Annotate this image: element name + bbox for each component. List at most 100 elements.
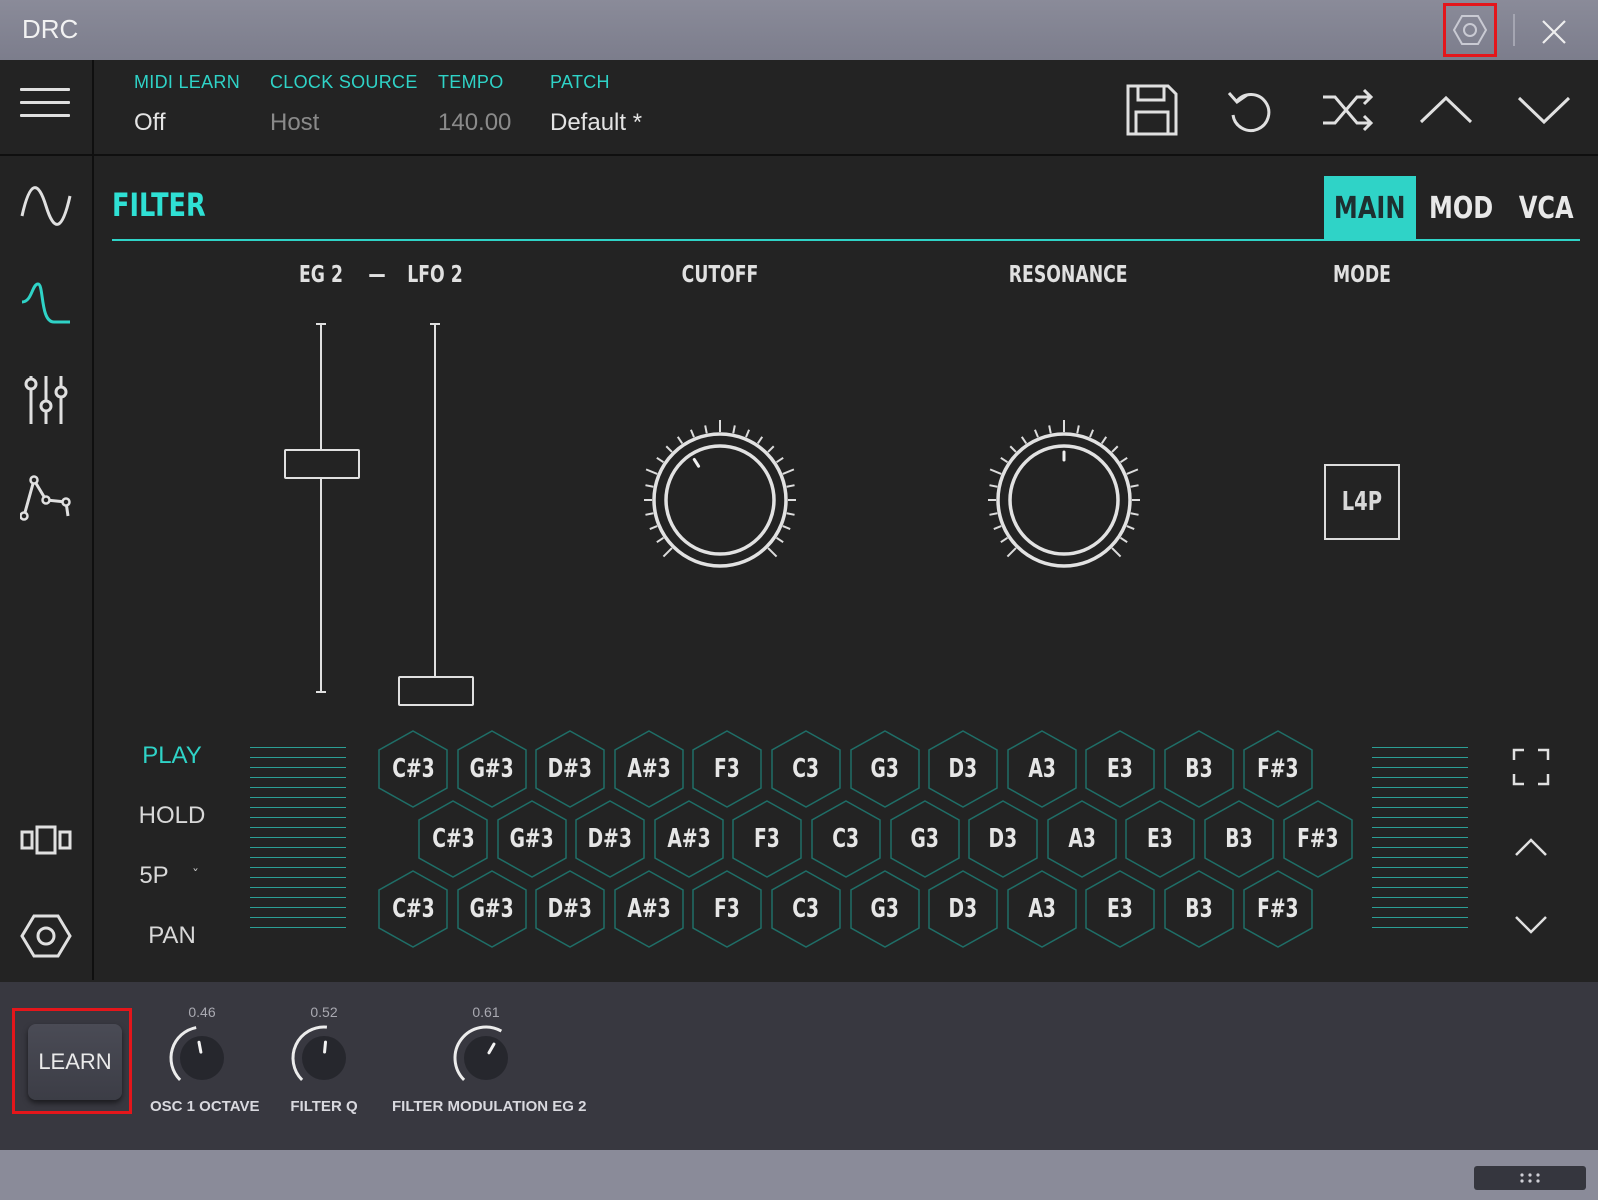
hex-key[interactable]: B3 <box>1164 730 1234 808</box>
close-button[interactable] <box>1534 12 1574 52</box>
eg2-slider-thumb[interactable] <box>284 448 360 479</box>
hex-key[interactable]: C#3 <box>378 730 448 808</box>
tab-vca[interactable]: VCA <box>1506 176 1586 240</box>
assignment-knob[interactable] <box>162 1020 242 1094</box>
title-settings-button[interactable] <box>1443 3 1497 57</box>
tempo-field[interactable]: TEMPO 140.00 <box>438 72 511 137</box>
assignment-knob-pointer <box>197 1040 203 1054</box>
undo-button[interactable] <box>1220 80 1280 140</box>
hex-key[interactable]: A3 <box>1007 730 1077 808</box>
hex-key[interactable]: D3 <box>968 800 1038 878</box>
tab-main[interactable]: MAIN <box>1324 176 1416 240</box>
sidebar-item-mixer[interactable] <box>18 372 74 428</box>
hex-key[interactable]: A3 <box>1007 870 1077 948</box>
title-separator <box>1513 14 1515 46</box>
hex-key[interactable]: B3 <box>1204 800 1274 878</box>
tab-vca-label: VCA <box>1518 190 1574 226</box>
hex-key[interactable]: A#3 <box>654 800 724 878</box>
learn-assignment-filter-q[interactable]: 0.52 FILTER Q <box>272 1004 376 1115</box>
chevron-down-icon <box>1515 916 1547 934</box>
tab-mod[interactable]: MOD <box>1416 176 1506 240</box>
hex-key-label: A3 <box>1028 754 1056 784</box>
envelope-icon <box>20 475 71 521</box>
learn-assignment-filter-modulation-eg2[interactable]: 0.61 FILTER MODULATION EG 2 <box>392 1004 586 1115</box>
randomize-button[interactable] <box>1318 80 1378 140</box>
menu-button[interactable] <box>20 88 70 128</box>
fullscreen-button[interactable] <box>1508 744 1554 790</box>
save-button[interactable] <box>1122 80 1182 140</box>
filter-mode-button[interactable]: L4P <box>1324 464 1400 540</box>
hex-key[interactable]: E3 <box>1085 730 1156 808</box>
hex-key[interactable]: G#3 <box>496 800 567 878</box>
hex-key[interactable]: G3 <box>889 800 960 878</box>
clock-source-field[interactable]: CLOCK SOURCE Host <box>270 72 418 137</box>
next-patch-button[interactable] <box>1514 80 1574 140</box>
save-icon <box>1126 84 1178 136</box>
hex-key[interactable]: F3 <box>692 730 763 808</box>
hex-key[interactable]: D#3 <box>575 800 645 878</box>
resonance-knob[interactable] <box>984 420 1144 580</box>
sidebar-item-envelope[interactable] <box>18 470 74 526</box>
hex-key-label: B3 <box>1185 894 1213 924</box>
learn-button[interactable]: LEARN <box>28 1024 122 1100</box>
cutoff-knob[interactable] <box>640 420 800 580</box>
tempo-label: TEMPO <box>438 72 504 92</box>
sidebar-item-filter[interactable] <box>18 276 74 332</box>
hex-key[interactable]: F3 <box>732 800 803 878</box>
play-mode-option[interactable]: PLAY <box>130 742 214 770</box>
hex-key[interactable]: C3 <box>771 870 841 948</box>
learn-assignment-osc1-octave[interactable]: 0.46 OSC 1 OCTAVE <box>150 1004 259 1115</box>
hex-key-label: C#3 <box>391 754 435 784</box>
resize-handle[interactable] <box>1474 1166 1586 1190</box>
settings-icon <box>1453 15 1487 45</box>
octave-up-button[interactable] <box>1508 824 1554 870</box>
assignment-knob[interactable] <box>446 1020 526 1094</box>
mod-strip[interactable] <box>1372 738 1468 936</box>
patch-field[interactable]: PATCH Default * <box>550 72 642 137</box>
midi-learn-field[interactable]: MIDI LEARN Off <box>134 72 240 137</box>
hex-key[interactable]: A#3 <box>614 730 684 808</box>
hex-key[interactable]: A3 <box>1047 800 1117 878</box>
previous-patch-button[interactable] <box>1416 80 1476 140</box>
hex-key[interactable]: C3 <box>771 730 841 808</box>
pan-mode-option[interactable]: PAN <box>130 922 214 950</box>
eg2-label: EG 2 <box>299 262 343 288</box>
hex-key-label: B3 <box>1225 824 1253 854</box>
pitch-strip[interactable] <box>250 738 346 936</box>
hex-key[interactable]: G3 <box>849 870 920 948</box>
hex-key[interactable]: D3 <box>928 870 998 948</box>
cutoff-label: CUTOFF <box>681 262 759 288</box>
hex-key-label: B3 <box>1185 754 1213 784</box>
hex-key-label: D#3 <box>548 754 593 784</box>
sidebar-item-settings[interactable] <box>18 908 74 964</box>
hex-key[interactable]: F#3 <box>1242 870 1313 948</box>
hex-key[interactable]: G#3 <box>456 870 527 948</box>
hex-key[interactable]: F#3 <box>1282 800 1353 878</box>
hex-key[interactable]: F#3 <box>1242 730 1313 808</box>
midi-learn-value: Off <box>134 109 166 136</box>
hex-key[interactable]: D#3 <box>535 870 605 948</box>
knob-tick <box>1009 445 1017 453</box>
hex-key[interactable]: E3 <box>1085 870 1156 948</box>
octave-down-button[interactable] <box>1508 902 1554 948</box>
hex-key[interactable]: C#3 <box>418 800 488 878</box>
hex-key[interactable]: G3 <box>849 730 920 808</box>
polyphony-select[interactable]: 5P <box>124 862 184 890</box>
title-bar: DRC <box>0 0 1598 60</box>
hex-key[interactable]: D3 <box>928 730 998 808</box>
hex-key[interactable]: A#3 <box>614 870 684 948</box>
hex-key[interactable]: B3 <box>1164 870 1234 948</box>
hex-key[interactable]: F3 <box>692 870 763 948</box>
hold-mode-option[interactable]: HOLD <box>130 802 214 830</box>
sidebar-item-oscillator[interactable] <box>18 178 74 234</box>
hex-key[interactable]: C3 <box>811 800 881 878</box>
hex-key[interactable]: G#3 <box>456 730 527 808</box>
hex-key[interactable]: E3 <box>1125 800 1196 878</box>
randomize-icon <box>1323 88 1374 132</box>
assignment-knob[interactable] <box>284 1020 364 1094</box>
sidebar-item-layout[interactable] <box>18 812 74 868</box>
hex-key[interactable]: C#3 <box>378 870 448 948</box>
hex-key-label: A3 <box>1068 824 1096 854</box>
lfo2-slider-thumb[interactable] <box>398 676 474 706</box>
hex-key[interactable]: D#3 <box>535 730 605 808</box>
